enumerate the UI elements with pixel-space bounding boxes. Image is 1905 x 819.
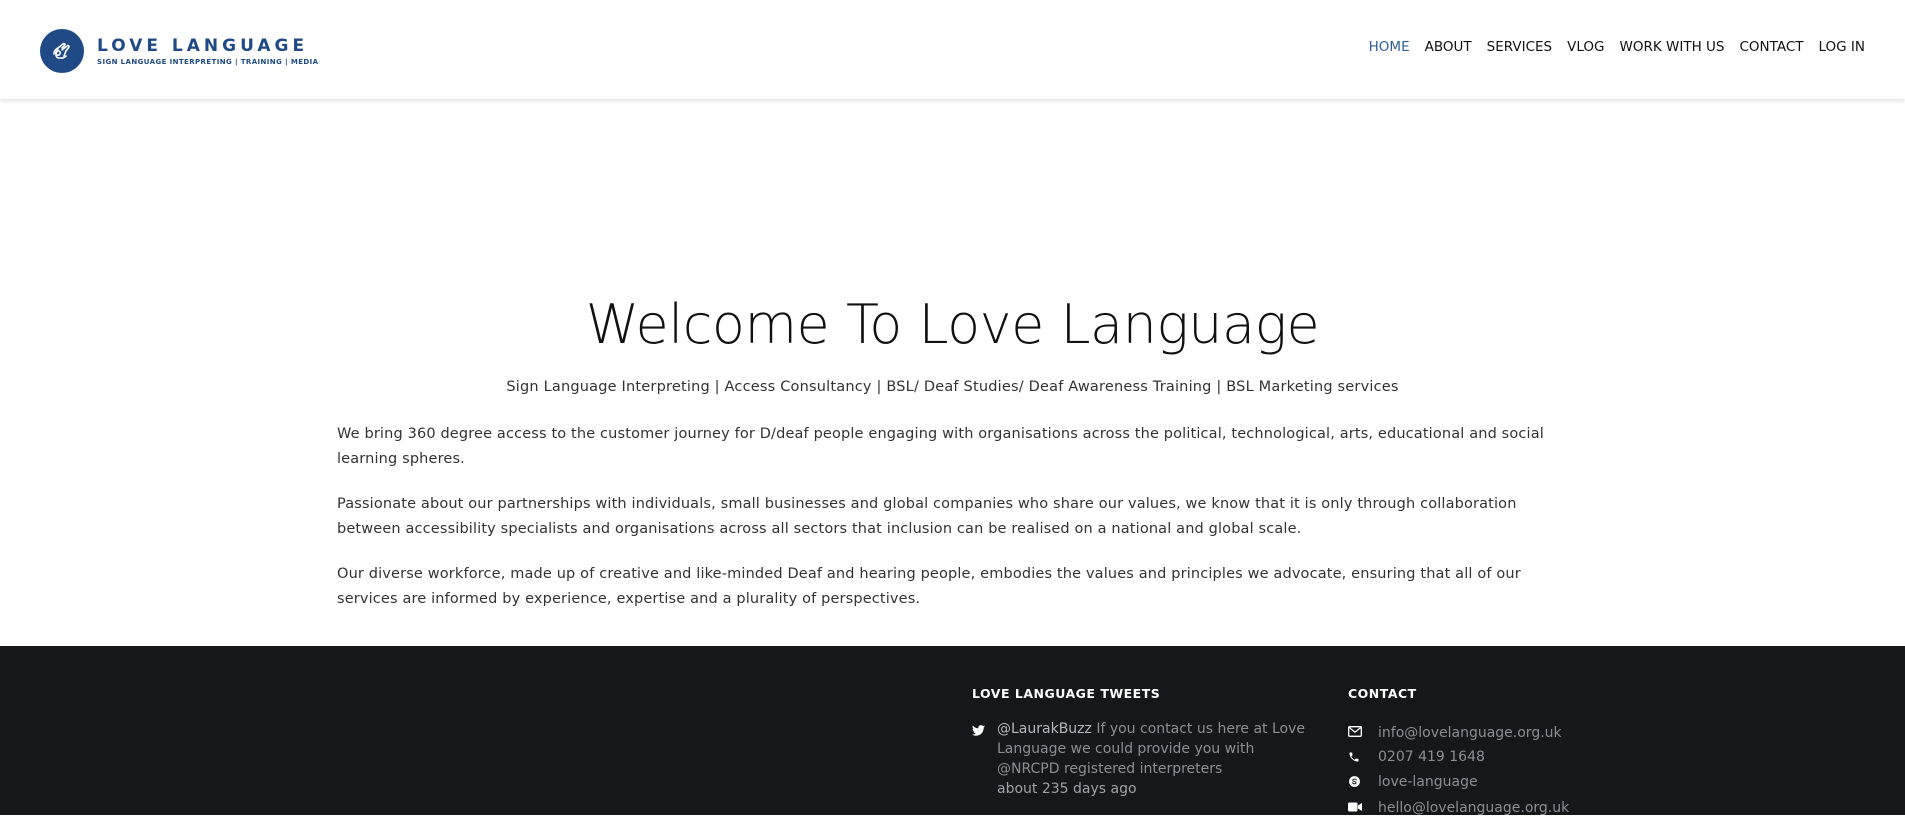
tweets-heading: LOVE LANGUAGE TWEETS (972, 686, 1161, 701)
intro-paragraph: Passionate about our partnerships with i… (337, 496, 1517, 537)
page-title: Welcome To Love Language (585, 293, 1320, 356)
contact-column: CONTACT info@lovelanguage.org.uk 0207 41… (1348, 686, 1569, 819)
tweet-timestamp-link[interactable]: about 235 days ago (997, 779, 1317, 799)
phone-icon (1348, 751, 1378, 763)
contact-video-email-link[interactable]: hello@lovelanguage.org.uk (1378, 797, 1569, 816)
contact-skype-row: love-language (1348, 769, 1569, 794)
site-footer: LOVE LANGUAGE TWEETS @LaurakBuzz If you … (0, 646, 1905, 816)
intro-paragraph: We bring 360 degree access to the custom… (337, 426, 1544, 467)
contact-email-link[interactable]: info@lovelanguage.org.uk (1378, 722, 1562, 741)
contact-video-row: hello@lovelanguage.org.uk (1348, 794, 1569, 819)
nav-item-services[interactable]: SERVICES (1487, 39, 1552, 55)
contact-email-row: info@lovelanguage.org.uk (1348, 719, 1569, 744)
contact-heading: CONTACT (1348, 686, 1417, 701)
logo-tagline: SIGN LANGUAGE INTERPRETING | TRAINING | … (97, 58, 319, 66)
skype-icon (1348, 775, 1378, 788)
logo-title: LOVE LANGUAGE (97, 36, 309, 56)
intro-paragraph: Our diverse workforce, made up of creati… (337, 566, 1521, 607)
tweet-handle-link[interactable]: @LaurakBuzz (997, 721, 1092, 737)
nav-item-contact[interactable]: CONTACT (1739, 39, 1803, 55)
contact-phone-row: 0207 419 1648 (1348, 744, 1569, 769)
nav-item-log-in[interactable]: LOG IN (1819, 39, 1866, 55)
envelope-icon (1348, 726, 1378, 737)
nav-item-about[interactable]: ABOUT (1425, 39, 1472, 55)
twitter-icon (972, 719, 997, 799)
site-logo[interactable]: LOVE LANGUAGE SIGN LANGUAGE INTERPRETING… (40, 29, 318, 73)
video-icon (1348, 802, 1378, 812)
welcome-section: Welcome To Love Language Sign Language I… (0, 99, 1905, 646)
contact-skype: love-language (1378, 773, 1478, 790)
services-subtitle: Sign Language Interpreting | Access Cons… (506, 379, 1399, 395)
intro-text: We bring 360 degree access to the custom… (337, 422, 1568, 632)
nav-item-home[interactable]: HOME (1369, 39, 1410, 55)
nav-item-work-with-us[interactable]: WORK WITH US (1620, 39, 1725, 55)
contact-phone: 0207 419 1648 (1378, 748, 1485, 765)
nav-item-vlog[interactable]: VLOG (1567, 39, 1604, 55)
tweets-column: LOVE LANGUAGE TWEETS @LaurakBuzz If you … (972, 686, 1317, 799)
site-header: LOVE LANGUAGE SIGN LANGUAGE INTERPRETING… (0, 0, 1905, 99)
logo-hands-icon (40, 29, 84, 73)
tweet-item: @LaurakBuzz If you contact us here at Lo… (972, 719, 1317, 799)
main-nav: HOME ABOUT SERVICES VLOG WORK WITH US CO… (1354, 39, 1865, 55)
